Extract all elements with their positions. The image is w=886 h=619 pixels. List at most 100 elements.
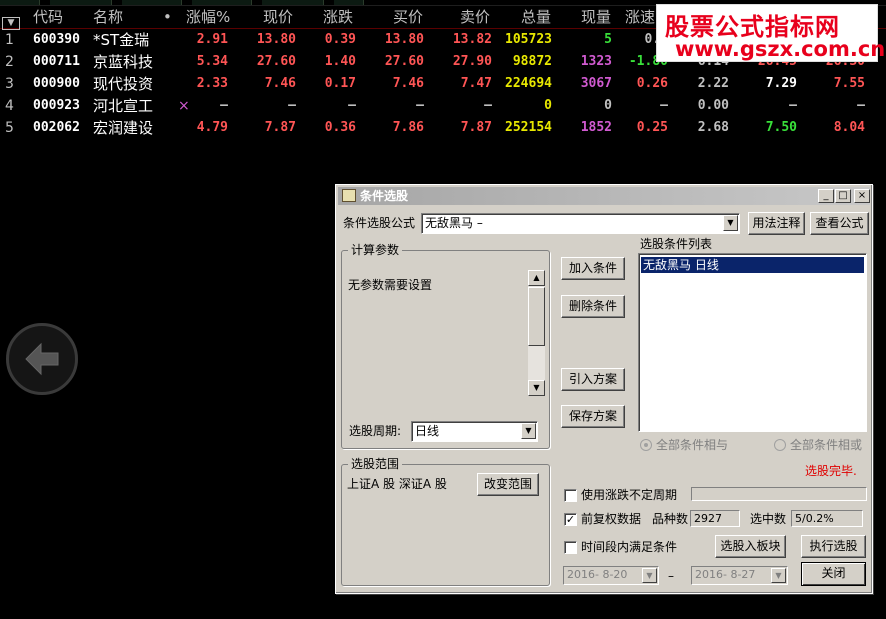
cell-name: 现代投资 bbox=[93, 75, 154, 93]
chevron-down-icon[interactable]: ▼ bbox=[642, 568, 657, 583]
formula-select[interactable]: 无敌黑马 – ▼ bbox=[421, 213, 740, 234]
cell-chg: 0.17 bbox=[324, 76, 356, 91]
execute-button[interactable]: 执行选股 bbox=[801, 535, 866, 558]
forward-adjust-checkbox[interactable]: ✓ bbox=[564, 513, 577, 526]
col-header-price[interactable]: 现价 bbox=[263, 7, 293, 27]
cell-idx: 5 bbox=[5, 120, 14, 136]
cell-chg: – bbox=[348, 98, 356, 113]
col-header-code[interactable]: 代码 bbox=[33, 7, 63, 27]
params-scrollbar[interactable]: ▲ ▼ bbox=[528, 270, 545, 396]
col-header-current-volume[interactable]: 现量 bbox=[581, 7, 611, 27]
col-header-bid[interactable]: 买价 bbox=[393, 7, 423, 27]
cell-code: 000711 bbox=[33, 54, 80, 69]
date-from-field[interactable]: 2016- 8-20 ▼ bbox=[563, 566, 659, 585]
add-condition-button[interactable]: 加入条件 bbox=[561, 257, 625, 280]
cell-vol: 0 bbox=[544, 98, 552, 113]
top-tab[interactable] bbox=[0, 0, 40, 5]
date-to-value: 2016- 8-27 bbox=[695, 568, 756, 581]
chevron-down-icon[interactable]: ▼ bbox=[723, 215, 738, 231]
col-header-ask[interactable]: 卖价 bbox=[460, 7, 490, 27]
time-range-checkbox[interactable] bbox=[564, 541, 577, 554]
watermark-logo: 股票公式指标网 www.gszx.com.cn bbox=[656, 4, 885, 62]
period-select[interactable]: 日线 ▼ bbox=[411, 421, 538, 442]
chevron-down-icon[interactable]: ▼ bbox=[771, 568, 786, 583]
range-group-title: 选股范围 bbox=[348, 457, 403, 471]
radio-all-or[interactable] bbox=[774, 439, 786, 451]
cell-cur: 3067 bbox=[580, 76, 612, 91]
cell-mark: × bbox=[178, 98, 190, 114]
cell-price: 7.46 bbox=[264, 76, 296, 91]
cell-c14: – bbox=[857, 98, 865, 113]
save-plan-button[interactable]: 保存方案 bbox=[561, 405, 625, 428]
cell-chg: 0.39 bbox=[324, 32, 356, 47]
formula-label: 条件选股公式 bbox=[343, 216, 416, 230]
col-header-change[interactable]: 涨跌 bbox=[323, 7, 353, 27]
chevron-down-icon[interactable]: ▼ bbox=[521, 423, 536, 439]
table-row[interactable]: 4 000923 河北宣工 × – – – – – 0 0 – 0.00 – – bbox=[0, 96, 886, 118]
cell-name: *ST金瑞 bbox=[93, 31, 150, 49]
stock-count-label: 品种数 bbox=[652, 512, 689, 526]
condition-list-item[interactable]: 无敌黑马 日线 bbox=[641, 257, 864, 273]
cell-code: 000923 bbox=[33, 98, 80, 113]
table-row[interactable]: 3 000900 现代投资 2.33 7.46 0.17 7.46 7.47 224694 306… bbox=[0, 74, 886, 96]
cell-chg: 0.36 bbox=[324, 120, 356, 135]
scroll-thumb[interactable] bbox=[528, 287, 545, 346]
scroll-down-icon[interactable]: ▼ bbox=[528, 380, 545, 396]
top-tab[interactable] bbox=[122, 0, 182, 5]
col-header-speed[interactable]: 涨速 bbox=[625, 7, 655, 27]
stock-quote-app: ▼ 代码 名称 • 涨幅% 现价 涨跌 买价 卖价 总量 现量 涨速 1 6003… bbox=[0, 0, 886, 619]
col-header-pct[interactable]: 涨幅% bbox=[186, 7, 230, 27]
cell-cur: 0 bbox=[604, 98, 612, 113]
stock-count-value: 2927 bbox=[690, 510, 740, 527]
cell-vol: 252154 bbox=[505, 120, 552, 135]
dialog-titlebar[interactable]: 条件选股 _ □ × bbox=[338, 187, 870, 205]
cell-idx: 2 bbox=[5, 54, 14, 70]
date-to-field[interactable]: 2016- 8-27 ▼ bbox=[691, 566, 788, 585]
top-tab[interactable] bbox=[262, 0, 324, 5]
cell-pct: 2.91 bbox=[196, 32, 228, 47]
selected-count-label: 选中数 bbox=[750, 512, 787, 526]
condition-list[interactable]: 无敌黑马 日线 bbox=[638, 253, 867, 432]
cell-bid: 7.46 bbox=[392, 76, 424, 91]
import-plan-button[interactable]: 引入方案 bbox=[561, 368, 625, 391]
table-row[interactable]: 5 002062 宏润建设 4.79 7.87 0.36 7.86 7.87 252154 185… bbox=[0, 118, 886, 140]
variable-period-checkbox[interactable] bbox=[564, 489, 577, 502]
top-tab[interactable] bbox=[334, 0, 364, 5]
view-formula-button[interactable]: 查看公式 bbox=[810, 212, 869, 235]
triangle-down-icon[interactable]: ▼ bbox=[2, 17, 20, 30]
cell-ask: – bbox=[484, 98, 492, 113]
forward-adjust-label: 前复权数据 bbox=[581, 512, 642, 526]
period-select-value: 日线 bbox=[415, 424, 440, 438]
cell-name: 河北宣工 bbox=[93, 97, 154, 115]
period-label: 选股周期: bbox=[349, 424, 402, 438]
condition-list-label: 选股条件列表 bbox=[640, 237, 713, 251]
close-window-button[interactable]: × bbox=[854, 189, 870, 203]
col-header-mark[interactable]: • bbox=[163, 7, 172, 27]
to-block-button[interactable]: 选股入板块 bbox=[715, 535, 786, 558]
maximize-button[interactable]: □ bbox=[835, 189, 851, 203]
delete-condition-button[interactable]: 删除条件 bbox=[561, 295, 625, 318]
params-text: 无参数需要设置 bbox=[348, 278, 433, 292]
selected-count-value: 5/0.2% bbox=[791, 510, 863, 527]
minimize-button[interactable]: _ bbox=[818, 189, 834, 203]
cell-cur: 1323 bbox=[580, 54, 612, 69]
col-header-volume[interactable]: 总量 bbox=[521, 7, 551, 27]
cell-spd: 0.25 bbox=[636, 120, 668, 135]
range-text: 上证A 股 深证A 股 bbox=[347, 477, 447, 491]
back-button[interactable] bbox=[6, 323, 78, 395]
cell-price: 7.87 bbox=[264, 120, 296, 135]
progress-bar bbox=[691, 487, 867, 501]
top-tab[interactable] bbox=[192, 0, 252, 5]
scroll-up-icon[interactable]: ▲ bbox=[528, 270, 545, 286]
cell-spd: 0.26 bbox=[636, 76, 668, 91]
close-button[interactable]: 关闭 bbox=[801, 562, 866, 586]
window-icon bbox=[342, 189, 356, 202]
change-range-button[interactable]: 改变范围 bbox=[477, 473, 539, 496]
radio-all-and[interactable] bbox=[640, 439, 652, 451]
watermark-url: www.gszx.com.cn bbox=[675, 37, 886, 61]
col-header-name[interactable]: 名称 bbox=[93, 7, 123, 27]
cell-bid: 13.80 bbox=[384, 32, 424, 47]
status-text: 选股完毕. bbox=[805, 464, 857, 478]
usage-notes-button[interactable]: 用法注释 bbox=[748, 212, 805, 235]
top-tab[interactable] bbox=[50, 0, 112, 5]
